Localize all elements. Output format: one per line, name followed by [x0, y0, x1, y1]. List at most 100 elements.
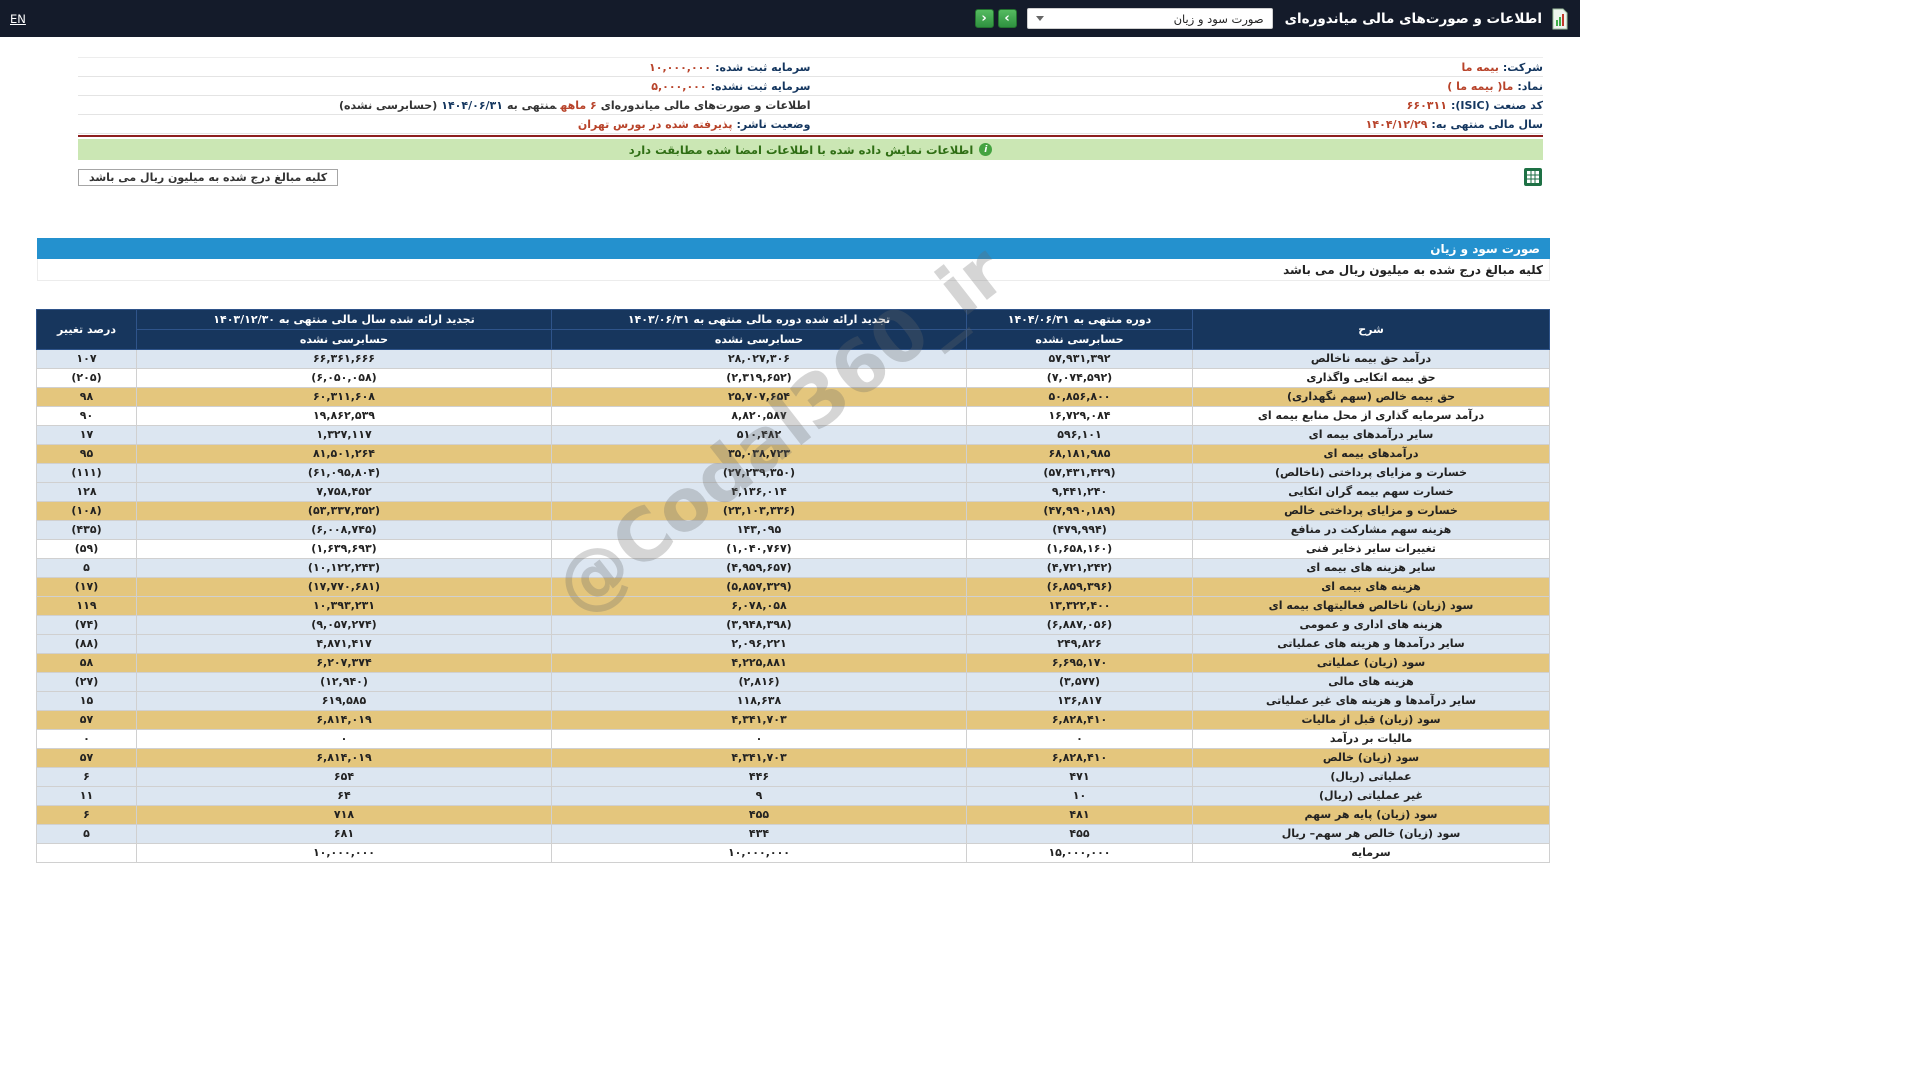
value-prior-cell: (۴,۹۵۹,۶۵۷): [551, 558, 967, 578]
topbar: اطلاعات و صورت‌های مالی میاندوره‌ای صورت…: [0, 0, 1580, 37]
value-current-cell: ۱۵,۰۰۰,۰۰۰: [966, 843, 1193, 863]
value-year-cell: ۷,۷۵۸,۴۵۲: [136, 482, 552, 502]
value-current-cell: ۱۳۶,۸۱۷: [966, 691, 1193, 711]
table-row: عملیاتی (ریال) ۴۷۱ ۴۴۶ ۶۵۴ ۶: [36, 767, 1550, 787]
value-year-cell: ۱۰,۳۹۳,۲۳۱: [136, 596, 552, 616]
header-period-current: دوره منتهی به ۱۴۰۴/۰۶/۳۱: [966, 309, 1193, 330]
value-current-cell: (۴۷,۹۹۰,۱۸۹): [966, 501, 1193, 521]
row-label-cell: خسارت سهم بیمه گران اتکایی: [1192, 482, 1550, 502]
table-row: سود (زیان) پایه هر سهم ۴۸۱ ۴۵۵ ۷۱۸ ۶: [36, 805, 1550, 825]
info-row: سال مالی منتهی به:۱۴۰۴/۱۲/۲۹ وضعیت ناشر:پ…: [78, 115, 1543, 134]
next-report-button[interactable]: ›: [997, 9, 1017, 28]
row-label-cell: هزینه های بیمه ای: [1192, 577, 1550, 597]
row-label-cell: درآمد سرمایه گذاری از محل منابع بیمه ای: [1192, 406, 1550, 426]
percent-change-cell: (۲۰۵): [36, 368, 137, 388]
row-label-cell: سود (زیان) خالص هر سهم– ریال: [1192, 824, 1550, 844]
table-row: سایر درآمدها و هزینه های غیر عملیاتی ۱۳۶,…: [36, 691, 1550, 711]
table-row: سایر درآمدهای بیمه ای ۵۹۶,۱۰۱ ۵۱۰,۴۸۲ ۱,۳۲۷…: [36, 425, 1550, 445]
info-row: نماد:ما( بیمه ما ) سرمایه ثبت نشده:۵,۰۰۰,…: [78, 77, 1543, 96]
value-prior-cell: ۱۴۳,۰۹۵: [551, 520, 967, 540]
header-audit-note-current: حسابرسی نشده: [966, 329, 1193, 350]
value-prior-cell: ۲,۰۹۶,۲۲۱: [551, 634, 967, 654]
percent-change-cell: [36, 843, 137, 863]
table-row: سایر هزینه های بیمه ای (۴,۷۲۱,۲۴۲) (۴,۹۵۹,…: [36, 558, 1550, 578]
row-label-cell: مالیات بر درآمد: [1192, 729, 1550, 749]
percent-change-cell: (۷۴): [36, 615, 137, 635]
percent-change-cell: ۱۵: [36, 691, 137, 711]
value-current-cell: ۱۶,۷۲۹,۰۸۴: [966, 406, 1193, 426]
prev-report-button[interactable]: ‹: [974, 9, 994, 28]
percent-change-cell: (۱۱۱): [36, 463, 137, 483]
value-current-cell: ۱۳,۳۲۲,۴۰۰: [966, 596, 1193, 616]
value-current-cell: ۵۷,۹۳۱,۳۹۲: [966, 349, 1193, 369]
percent-change-cell: (۱۰۸): [36, 501, 137, 521]
value-prior-cell: ۱۱۸,۶۳۸: [551, 691, 967, 711]
report-select-value: صورت سود و زیان: [1173, 11, 1264, 26]
value-prior-cell: ۸,۸۲۰,۵۸۷: [551, 406, 967, 426]
report-nav-buttons: › ‹: [974, 9, 1017, 28]
table-row: درآمد حق بیمه ناخالص ۵۷,۹۳۱,۳۹۲ ۲۸,۰۲۷,۳۰۶…: [36, 349, 1550, 369]
percent-change-cell: ۱۰۷: [36, 349, 137, 369]
percent-change-cell: (۲۷): [36, 672, 137, 692]
value-year-cell: ۶۴: [136, 786, 552, 806]
percent-change-cell: ۵۸: [36, 653, 137, 673]
value-prior-cell: ۴۵۵: [551, 805, 967, 825]
value-current-cell: ۶,۸۲۸,۴۱۰: [966, 748, 1193, 768]
value-year-cell: ۸۱,۵۰۱,۲۶۴: [136, 444, 552, 464]
row-label-cell: سرمایه: [1192, 843, 1550, 863]
row-label-cell: سود (زیان) خالص: [1192, 748, 1550, 768]
section-title-bar: صورت سود و زیان: [37, 238, 1550, 259]
value-current-cell: ۶۸,۱۸۱,۹۸۵: [966, 444, 1193, 464]
value-prior-cell: (۵,۸۵۷,۳۲۹): [551, 577, 967, 597]
value-prior-cell: ۴,۱۳۶,۰۱۴: [551, 482, 967, 502]
row-label-cell: هزینه سهم مشارکت در منافع: [1192, 520, 1550, 540]
value-year-cell: ۱۹,۸۶۲,۵۳۹: [136, 406, 552, 426]
report-type-select[interactable]: صورت سود و زیان: [1026, 8, 1273, 29]
language-link[interactable]: EN: [10, 12, 26, 26]
value-year-cell: (۱۷,۷۷۰,۶۸۱): [136, 577, 552, 597]
info-cell-left: سرمایه ثبت نشده:۵,۰۰۰,۰۰۰: [651, 79, 811, 93]
value-prior-cell: ۴,۳۴۱,۷۰۳: [551, 748, 967, 768]
info-row: کد صنعت (ISIC):۶۶۰۳۱۱ اطلاعات و صورت‌های …: [78, 96, 1543, 115]
value-prior-cell: ۹: [551, 786, 967, 806]
value-year-cell: ۶۰,۳۱۱,۶۰۸: [136, 387, 552, 407]
info-cell-right: شرکت:بیمه ما: [1461, 60, 1543, 74]
info-cell-left: اطلاعات و صورت‌های مالی میاندوره‌ای۶ ماه…: [339, 98, 811, 112]
row-label-cell: خسارت و مزایای پرداختی (ناخالص): [1192, 463, 1550, 483]
value-prior-cell: (۲,۸۱۶): [551, 672, 967, 692]
value-year-cell: (۵۳,۳۳۷,۳۵۲): [136, 501, 552, 521]
table-row: درآمد سرمایه گذاری از محل منابع بیمه ای ۱…: [36, 406, 1550, 426]
value-prior-cell: ۴۴۶: [551, 767, 967, 787]
percent-change-cell: (۵۹): [36, 539, 137, 559]
header-period-year: تجدید ارائه شده سال مالی منتهی به ۱۴۰۳/۱…: [136, 309, 552, 330]
income-table-body: درآمد حق بیمه ناخالص ۵۷,۹۳۱,۳۹۲ ۲۸,۰۲۷,۳۰۶…: [36, 349, 1550, 863]
value-current-cell: (۷,۰۷۴,۵۹۲): [966, 368, 1193, 388]
header-audit-note-prior: حسابرسی نشده: [551, 329, 967, 350]
company-info-panel: شرکت:بیمه ما سرمایه ثبت شده:۱۰,۰۰۰,۰۰۰ نما…: [78, 57, 1543, 187]
excel-export-icon[interactable]: [1523, 167, 1543, 187]
table-row: حق بیمه خالص (سهم نگهداری) ۵۰,۸۵۶,۸۰۰ ۲۵,۷…: [36, 387, 1550, 407]
value-current-cell: (۱,۶۵۸,۱۶۰): [966, 539, 1193, 559]
value-prior-cell: (۱,۰۴۰,۷۶۷): [551, 539, 967, 559]
table-row: غیر عملیاتی (ریال) ۱۰ ۹ ۶۴ ۱۱: [36, 786, 1550, 806]
row-label-cell: درآمد حق بیمه ناخالص: [1192, 349, 1550, 369]
value-prior-cell: ۲۵,۷۰۷,۶۵۴: [551, 387, 967, 407]
table-row: سود (زیان) قبل از مالیات ۶,۸۲۸,۴۱۰ ۴,۳۴۱,۷…: [36, 710, 1550, 730]
units-note-row: کلیه مبالغ درج شده به میلیون ریال می باش…: [37, 259, 1550, 281]
percent-change-cell: ۹۸: [36, 387, 137, 407]
value-year-cell: ۱۰,۰۰۰,۰۰۰: [136, 843, 552, 863]
value-year-cell: ۷۱۸: [136, 805, 552, 825]
table-row: سود (زیان) خالص هر سهم– ریال ۴۵۵ ۴۳۴ ۶۸۱ ۵: [36, 824, 1550, 844]
table-row: خسارت سهم بیمه گران اتکایی ۹,۴۴۱,۲۴۰ ۴,۱۳۶…: [36, 482, 1550, 502]
value-year-cell: (۱,۶۳۹,۶۹۳): [136, 539, 552, 559]
value-prior-cell: ۳۵,۰۳۸,۷۲۳: [551, 444, 967, 464]
value-current-cell: ۲۴۹,۸۲۶: [966, 634, 1193, 654]
row-label-cell: خسارت و مزایای پرداختی خالص: [1192, 501, 1550, 521]
value-year-cell: ۴,۸۷۱,۴۱۷: [136, 634, 552, 654]
separator-line: [78, 135, 1543, 137]
percent-change-cell: ۵۷: [36, 748, 137, 768]
value-current-cell: (۴,۷۲۱,۲۴۲): [966, 558, 1193, 578]
signed-info-banner: i اطلاعات نمایش داده شده با اطلاعات امضا…: [78, 139, 1543, 160]
percent-change-cell: (۱۷): [36, 577, 137, 597]
info-cell-right: نماد:ما( بیمه ما ): [1447, 79, 1543, 93]
